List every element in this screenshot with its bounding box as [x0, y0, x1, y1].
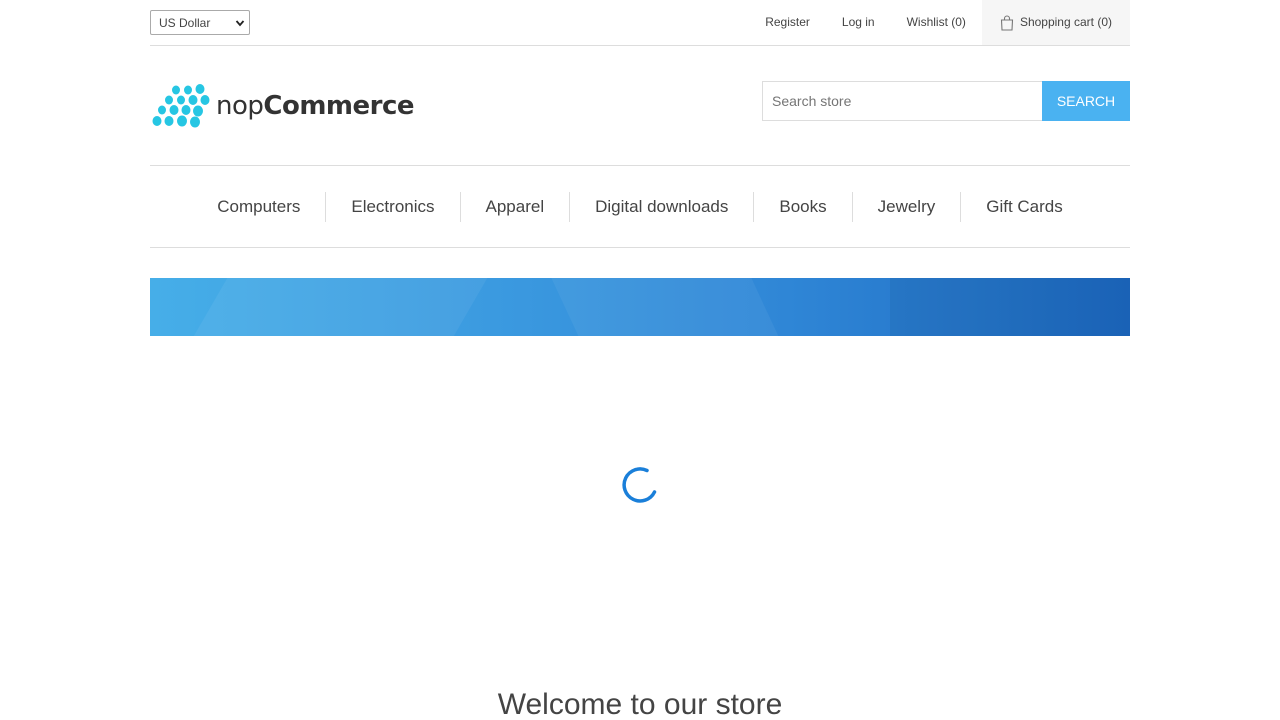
welcome-heading: Welcome to our store — [497, 688, 783, 720]
login-link[interactable]: Log in — [826, 0, 891, 45]
header-links: Register Log in Wishlist (0) Shopping ca… — [749, 0, 1130, 45]
menu-item-electronics[interactable]: Electronics — [325, 192, 459, 222]
store-logo[interactable]: nopCommerce — [152, 84, 415, 128]
chevron-down-icon — [235, 19, 245, 26]
logo-text-commerce: Commerce — [263, 91, 415, 121]
home-banner[interactable] — [150, 278, 1130, 336]
search-button[interactable]: Search — [1042, 81, 1130, 121]
menu-item-apparel[interactable]: Apparel — [459, 192, 570, 222]
logo-wordmark: nopCommerce — [216, 91, 415, 121]
shopping-cart-label: Shopping cart (0) — [1019, 15, 1112, 29]
menu-item-jewelry[interactable]: Jewelry — [851, 192, 961, 222]
banner-decoration — [175, 278, 505, 336]
currency-selector[interactable]: US Dollar — [150, 10, 250, 35]
banner-decoration — [542, 278, 798, 336]
search-input[interactable] — [762, 81, 1042, 121]
header-upper: US Dollar Register Log in Wishlist (0) S… — [150, 0, 1130, 46]
menu-item-computers[interactable]: Computers — [192, 192, 325, 222]
logo-text-nop: nop — [216, 91, 264, 121]
menu-item-gift-cards[interactable]: Gift Cards — [960, 192, 1088, 222]
top-menu: Computers Electronics Apparel Digital do… — [150, 167, 1130, 248]
shopping-bag-icon — [1000, 14, 1014, 31]
currency-selected-value: US Dollar — [159, 15, 211, 30]
menu-item-books[interactable]: Books — [753, 192, 851, 222]
register-link[interactable]: Register — [749, 0, 826, 45]
menu-item-digital-downloads[interactable]: Digital downloads — [569, 192, 753, 222]
shopping-cart-link[interactable]: Shopping cart (0) — [981, 0, 1130, 45]
nopcommerce-dots-logo — [152, 84, 210, 128]
search-box: Search — [762, 81, 1130, 121]
banner-decoration — [890, 278, 1130, 336]
loading-spinner-icon — [622, 467, 657, 503]
header-lower: nopCommerce Search — [150, 46, 1130, 166]
wishlist-link[interactable]: Wishlist (0) — [891, 0, 982, 45]
